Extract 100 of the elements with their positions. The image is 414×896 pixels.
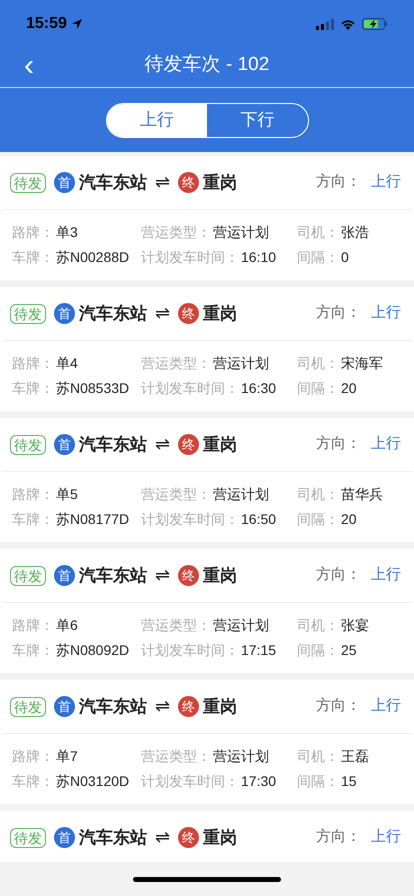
field-label: 计划发车时间： xyxy=(141,772,239,791)
field-value: 0 xyxy=(341,248,349,267)
swap-symbol: ⇌ xyxy=(155,433,170,456)
field-value: 苏N03120D xyxy=(56,772,130,791)
field-value: 张宴 xyxy=(341,616,369,635)
direction-tab[interactable]: 下行 xyxy=(207,104,308,136)
field-value: 苏N00288D xyxy=(56,248,130,267)
field-label: 间隔： xyxy=(297,641,339,660)
field-value: 王磊 xyxy=(341,747,369,766)
field-label: 计划发车时间： xyxy=(141,641,239,660)
field-label: 车牌： xyxy=(12,510,54,529)
direction-value: 上行 xyxy=(371,565,401,586)
status-tag: 待发 xyxy=(10,304,46,324)
direction-label: 方向： xyxy=(316,172,361,192)
field-value: 营运计划 xyxy=(213,223,269,242)
status-tag: 待发 xyxy=(10,434,46,454)
direction-value: 上行 xyxy=(371,827,401,848)
field-label: 营运类型： xyxy=(141,747,211,766)
back-button[interactable]: ‹ xyxy=(20,54,38,78)
status-tag: 待发 xyxy=(10,566,46,586)
end-badge: 终 xyxy=(178,565,199,586)
field-value: 苗华兵 xyxy=(341,485,383,504)
start-station: 汽车东站 xyxy=(79,826,147,849)
start-station: 汽车东站 xyxy=(79,696,147,718)
field-label: 司机： xyxy=(297,747,339,766)
direction-value: 上行 xyxy=(371,696,401,716)
field-label: 路牌： xyxy=(12,747,54,766)
swap-symbol: ⇌ xyxy=(155,302,170,325)
direction-value: 上行 xyxy=(371,303,401,324)
field-value: 单7 xyxy=(56,747,78,766)
field-label: 营运类型： xyxy=(141,616,211,635)
end-badge: 终 xyxy=(178,434,199,455)
status-tag: 待发 xyxy=(10,828,46,848)
direction-value: 上行 xyxy=(371,434,401,454)
field-label: 路牌： xyxy=(12,485,54,504)
swap-symbol: ⇌ xyxy=(155,826,170,849)
start-station: 汽车东站 xyxy=(79,172,147,194)
field-value: 张浩 xyxy=(341,223,369,242)
field-label: 司机： xyxy=(297,485,339,504)
direction-label: 方向： xyxy=(316,827,361,848)
swap-symbol: ⇌ xyxy=(155,171,170,194)
end-station: 重岗 xyxy=(203,172,237,194)
field-value: 16:30 xyxy=(241,379,276,398)
start-badge: 首 xyxy=(54,696,75,717)
field-value: 营运计划 xyxy=(213,616,269,635)
start-badge: 首 xyxy=(54,303,75,324)
field-label: 间隔： xyxy=(297,248,339,267)
wifi-icon xyxy=(340,18,356,30)
direction-label: 方向： xyxy=(316,696,361,716)
field-value: 苏N08092D xyxy=(56,641,130,660)
end-station: 重岗 xyxy=(203,564,237,587)
field-label: 计划发车时间： xyxy=(141,379,239,398)
field-value: 20 xyxy=(341,510,357,529)
field-label: 车牌： xyxy=(12,772,54,791)
field-label: 司机： xyxy=(297,354,339,373)
direction-tab[interactable]: 上行 xyxy=(106,104,207,136)
field-label: 间隔： xyxy=(297,772,339,791)
field-label: 车牌： xyxy=(12,641,54,660)
field-value: 营运计划 xyxy=(213,747,269,766)
location-icon xyxy=(70,18,83,30)
end-station: 重岗 xyxy=(203,302,237,325)
start-station: 汽车东站 xyxy=(79,564,147,587)
field-value: 16:10 xyxy=(241,248,276,267)
field-label: 营运类型： xyxy=(141,485,211,504)
end-badge: 终 xyxy=(178,827,199,848)
field-label: 路牌： xyxy=(12,616,54,635)
field-value: 单5 xyxy=(56,485,78,504)
field-value: 宋海军 xyxy=(341,354,383,373)
field-label: 车牌： xyxy=(12,379,54,398)
start-badge: 首 xyxy=(54,565,75,586)
status-tag: 待发 xyxy=(10,172,46,192)
direction-label: 方向： xyxy=(316,434,361,454)
end-badge: 终 xyxy=(178,696,199,717)
field-label: 间隔： xyxy=(297,510,339,529)
field-value: 单6 xyxy=(56,616,78,635)
field-label: 路牌： xyxy=(12,223,54,242)
status-time: 15:59 xyxy=(26,14,67,34)
field-value: 15 xyxy=(341,772,357,791)
signal-icon xyxy=(316,18,334,30)
direction-value: 上行 xyxy=(371,172,401,192)
field-value: 17:15 xyxy=(241,641,276,660)
start-badge: 首 xyxy=(54,827,75,848)
field-value: 单4 xyxy=(56,354,78,373)
start-badge: 首 xyxy=(54,172,75,193)
swap-symbol: ⇌ xyxy=(155,564,170,587)
field-value: 苏N08533D xyxy=(56,379,130,398)
end-station: 重岗 xyxy=(203,826,237,849)
field-label: 间隔： xyxy=(297,379,339,398)
end-badge: 终 xyxy=(178,303,199,324)
field-value: 17:30 xyxy=(241,772,276,791)
start-station: 汽车东站 xyxy=(79,434,147,456)
end-badge: 终 xyxy=(178,172,199,193)
field-value: 营运计划 xyxy=(213,485,269,504)
status-tag: 待发 xyxy=(10,696,46,716)
field-value: 25 xyxy=(341,641,357,660)
direction-label: 方向： xyxy=(316,303,361,324)
field-label: 车牌： xyxy=(12,248,54,267)
field-label: 计划发车时间： xyxy=(141,248,239,267)
end-station: 重岗 xyxy=(203,434,237,456)
field-label: 司机： xyxy=(297,616,339,635)
